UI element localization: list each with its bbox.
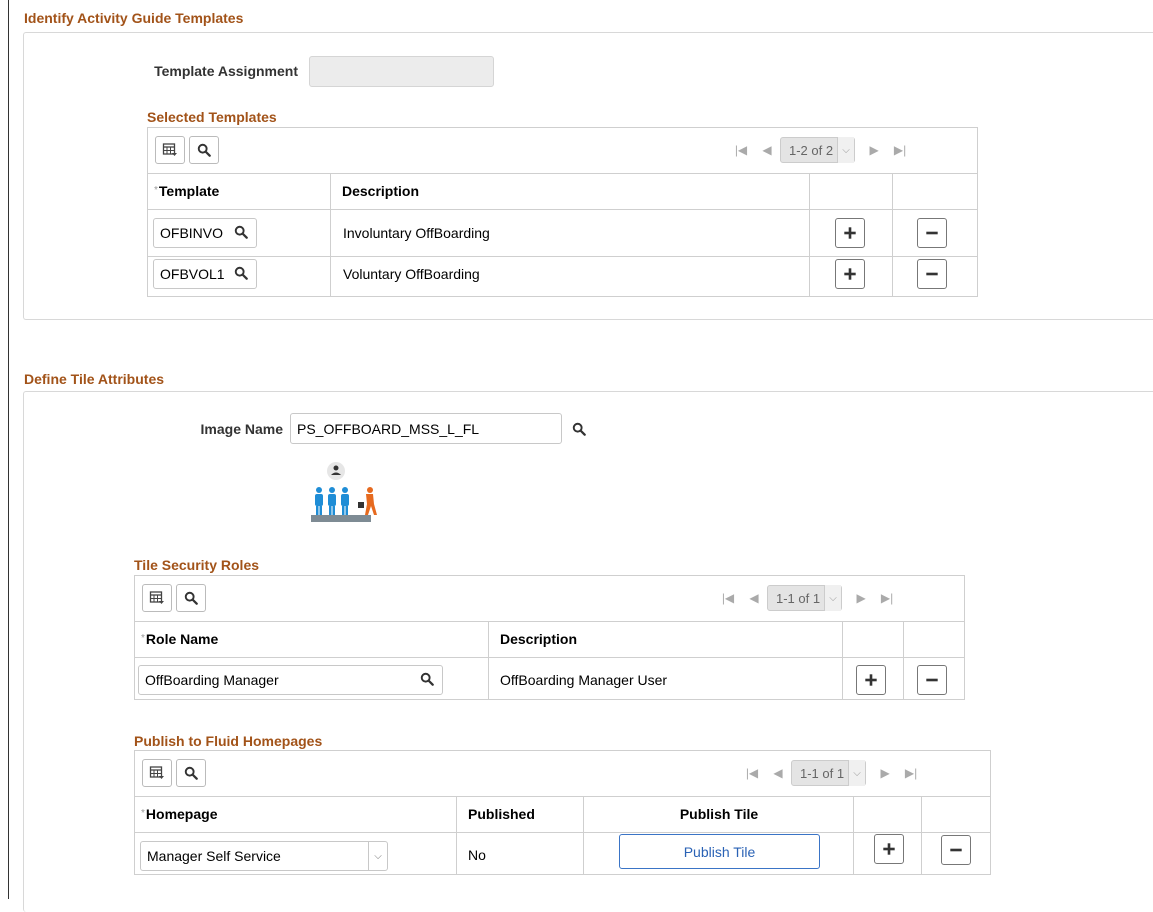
header-row: *Template Description (148, 173, 977, 210)
grid-settings-icon[interactable] (142, 759, 172, 787)
add-row-button[interactable] (856, 665, 886, 695)
column-divider (330, 173, 331, 296)
header-row: *Homepage Published Publish Tile (135, 796, 990, 833)
prev-page-icon[interactable]: ◀ (765, 766, 791, 780)
grid-toolbar: |◀ ◀ 1-1 of 1 ⌵ ▶ ▶| (135, 751, 990, 797)
delete-row-button[interactable] (917, 259, 947, 289)
column-divider (853, 796, 854, 874)
prev-page-icon[interactable]: ◀ (741, 591, 767, 605)
delete-row-icon (949, 843, 963, 857)
grid-toolbar: |◀ ◀ 1-1 of 1 ⌵ ▶ ▶| (135, 576, 964, 622)
row-count-select[interactable]: 1-1 of 1 ⌵ (791, 760, 867, 786)
column-header-description: Description (342, 183, 420, 199)
row-count-select[interactable]: 1-1 of 1 ⌵ (767, 585, 843, 611)
column-divider (583, 796, 584, 874)
description-cell: Voluntary OffBoarding (343, 266, 480, 282)
table-row: OFBVOL1 Voluntary OffBoarding (148, 252, 977, 298)
table-row: OFBINVO Involuntary OffBoarding (148, 210, 977, 257)
grid-toolbar: |◀ ◀ 1-2 of 2 ⌵ ▶ ▶| (148, 128, 977, 174)
delete-row-button[interactable] (941, 835, 971, 865)
column-header-description: Description (500, 631, 578, 647)
column-divider (809, 173, 810, 296)
column-header-publish-tile: Publish Tile (679, 806, 759, 822)
dropdown-icon: ⌵ (824, 585, 842, 611)
publish-homepages-title: Publish to Fluid Homepages (134, 733, 323, 749)
template-assignment-field (309, 56, 494, 87)
search-icon[interactable] (176, 584, 206, 612)
template-assignment-label: Template Assignment (154, 63, 298, 79)
template-input[interactable]: OFBVOL1 (153, 259, 257, 289)
search-icon[interactable] (176, 759, 206, 787)
column-header-role-name: *Role Name (141, 631, 219, 647)
image-name-input[interactable]: PS_OFFBOARD_MSS_L_FL (290, 413, 562, 444)
next-page-icon[interactable]: ▶ (872, 766, 898, 780)
selected-templates-grid: |◀ ◀ 1-2 of 2 ⌵ ▶ ▶| *Template Descriptio… (147, 127, 978, 297)
next-page-icon[interactable]: ▶ (848, 591, 874, 605)
search-icon[interactable] (420, 672, 434, 686)
column-divider (903, 621, 904, 699)
prev-page-icon[interactable]: ◀ (754, 143, 780, 157)
row-count-select[interactable]: 1-2 of 2 ⌵ (780, 137, 856, 163)
add-row-button[interactable] (835, 259, 865, 289)
last-page-icon[interactable]: ▶| (898, 766, 924, 780)
add-row-button[interactable] (835, 218, 865, 248)
publish-tile-button[interactable]: Publish Tile (619, 834, 820, 869)
dropdown-icon: ⌵ (837, 137, 855, 163)
search-icon[interactable] (234, 225, 248, 239)
tile-security-roles-title: Tile Security Roles (134, 557, 260, 573)
selected-templates-title: Selected Templates (147, 109, 277, 125)
add-row-icon (864, 673, 878, 687)
first-page-icon[interactable]: |◀ (715, 591, 741, 605)
column-divider (921, 796, 922, 874)
delete-row-icon (925, 267, 939, 281)
section-title-tile: Define Tile Attributes (24, 371, 165, 387)
delete-row-button[interactable] (917, 218, 947, 248)
image-name-label: Image Name (200, 421, 283, 437)
column-divider (892, 173, 893, 296)
column-divider (488, 621, 489, 699)
column-header-template: *Template (154, 183, 220, 199)
role-name-input[interactable]: OffBoarding Manager (138, 665, 443, 695)
template-input[interactable]: OFBINVO (153, 218, 257, 248)
first-page-icon[interactable]: |◀ (728, 143, 754, 157)
grid-pager: |◀ ◀ 1-2 of 2 ⌵ ▶ ▶| (728, 136, 913, 164)
add-row-icon (843, 226, 857, 240)
add-row-button[interactable] (874, 834, 904, 864)
grid-pager: |◀ ◀ 1-1 of 1 ⌵ ▶ ▶| (715, 584, 900, 612)
search-icon[interactable] (189, 136, 219, 164)
security-roles-grid: |◀ ◀ 1-1 of 1 ⌵ ▶ ▶| *Role Name Descripti… (134, 575, 965, 700)
dropdown-icon: ⌵ (368, 842, 387, 870)
homepages-grid: |◀ ◀ 1-1 of 1 ⌵ ▶ ▶| *Homepage Published … (134, 750, 991, 875)
description-cell: OffBoarding Manager User (500, 672, 668, 688)
column-divider (842, 621, 843, 699)
table-row: OffBoarding Manager OffBoarding Manager … (135, 658, 964, 704)
published-value: No (468, 847, 486, 863)
last-page-icon[interactable]: ▶| (887, 143, 913, 157)
grid-settings-icon[interactable] (142, 584, 172, 612)
next-page-icon[interactable]: ▶ (861, 143, 887, 157)
description-cell: Involuntary OffBoarding (343, 225, 490, 241)
section-title-identify: Identify Activity Guide Templates (24, 10, 244, 26)
column-divider (456, 796, 457, 874)
offboarding-tile-image (311, 462, 377, 522)
table-row: Manager Self Service ⌵ No Publish Tile (135, 833, 990, 879)
column-header-homepage: *Homepage (141, 806, 218, 822)
last-page-icon[interactable]: ▶| (874, 591, 900, 605)
left-border (8, 0, 9, 899)
grid-settings-icon[interactable] (155, 136, 185, 164)
add-row-icon (843, 267, 857, 281)
add-row-icon (882, 842, 896, 856)
search-icon[interactable] (572, 422, 586, 436)
delete-row-icon (925, 673, 939, 687)
search-icon[interactable] (234, 266, 248, 280)
column-header-published: Published (468, 806, 535, 822)
delete-row-icon (925, 226, 939, 240)
delete-row-button[interactable] (917, 665, 947, 695)
header-row: *Role Name Description (135, 621, 964, 658)
homepage-select[interactable]: Manager Self Service ⌵ (140, 841, 388, 871)
dropdown-icon: ⌵ (848, 760, 866, 786)
first-page-icon[interactable]: |◀ (739, 766, 765, 780)
grid-pager: |◀ ◀ 1-1 of 1 ⌵ ▶ ▶| (739, 759, 924, 787)
